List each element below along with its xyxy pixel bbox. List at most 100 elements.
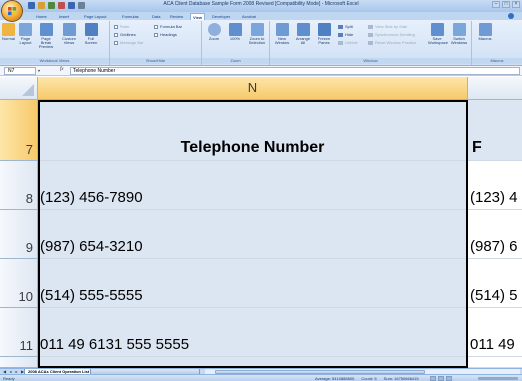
full-screen-button[interactable]: Full Screen [82,23,100,45]
message-bar-checkbox[interactable]: Message Bar [114,40,144,45]
freeze-panes-button[interactable]: Freeze Panes [315,23,333,45]
formula-input[interactable]: Telephone Number [70,67,520,75]
zoom-group-label: Zoom [202,58,269,64]
macros-button[interactable]: Macros [476,23,494,41]
checkbox-icon [114,40,118,45]
zoom-to-selection-button[interactable]: Zoom to Selection [247,23,267,45]
cell-n11[interactable]: 011 49 6131 555 5555 [38,308,468,357]
new-window-button[interactable]: New Window [273,23,291,45]
view-side-by-side-button[interactable]: View Side by Side [368,24,407,29]
save-workspace-label: Save Workspace [428,36,448,45]
sync-scroll-icon [368,32,373,37]
cell-text: (987) 6 [470,238,518,255]
page-break-status-icon[interactable] [446,376,452,381]
ruler-checkbox[interactable]: Ruler [114,24,130,29]
full-screen-icon [84,23,98,36]
row-number: 9 [25,240,33,255]
group-macros: Macros Macros [472,21,522,65]
hide-icon [338,32,343,37]
window-group-label: Window [270,58,471,64]
name-box[interactable]: N7 [4,67,36,75]
headings-checkbox[interactable]: Headings [154,32,177,37]
maximize-button[interactable]: □ [502,1,510,8]
checkbox-icon [154,24,158,29]
split-button[interactable]: Split [338,24,353,29]
hide-button[interactable]: Hide [338,32,353,37]
zoom-selection-icon [250,23,264,36]
cell-o7[interactable]: F [468,100,522,161]
cell-o9[interactable]: (987) 6 [468,210,522,259]
row-number: 8 [25,191,33,206]
freeze-panes-icon [317,23,331,36]
cell-n9[interactable]: (987) 654-3210 [38,210,468,259]
tab-insert[interactable]: Insert [57,13,71,20]
tab-page-layout[interactable]: Page Layout [82,13,108,20]
macros-group-label: Macros [472,58,522,64]
row-header-11[interactable]: 11 [0,308,38,357]
zoom-100-button[interactable]: 100% [226,23,244,41]
row-header-10[interactable]: 10 [0,259,38,308]
row-header-7[interactable]: 7 [0,100,38,161]
custom-views-label: Custom Views [62,36,76,45]
tab-developer[interactable]: Developer [210,13,232,20]
row-header-9[interactable]: 9 [0,210,38,259]
row-header-12[interactable] [0,357,38,368]
column-header-o[interactable] [468,77,522,100]
tab-formulas[interactable]: Formulas [120,13,141,20]
tab-acrobat[interactable]: Acrobat [240,13,258,20]
normal-view-status-icon[interactable] [430,376,436,381]
view-buttons [430,376,452,381]
cell-n7[interactable]: Telephone Number [38,100,468,161]
checkbox-icon [114,32,118,37]
window-controls: – □ × [492,1,520,8]
group-workbook-views: Normal Page Layout Page Break Preview Cu… [0,21,110,65]
zoom-slider[interactable] [478,377,518,380]
office-button[interactable] [1,0,23,22]
normal-view-button[interactable]: Normal [1,23,16,41]
row-header-8[interactable]: 8 [0,161,38,210]
synchronous-scrolling-button[interactable]: Synchronous Scrolling [368,32,415,37]
custom-views-button[interactable]: Custom Views [60,23,78,45]
select-all-corner[interactable] [0,77,38,100]
status-bar: Ready Average: 5410888805 Count: 5 Sum: … [0,374,522,381]
cell-n8[interactable]: (123) 456-7890 [38,161,468,210]
reset-window-label: Reset Window Position [375,40,417,45]
name-box-dropdown-icon[interactable]: ▾ [38,68,40,73]
cell-o10[interactable]: (514) 5 [468,259,522,308]
page-break-preview-button[interactable]: Page Break Preview [36,23,56,49]
group-zoom: Zoom 100% Zoom to Selection Zoom [202,21,270,65]
ruler-label: Ruler [120,24,130,29]
save-workspace-button[interactable]: Save Workspace [428,23,448,45]
column-header-n[interactable]: N [38,77,468,100]
cell-o8[interactable]: (123) 4 [468,161,522,210]
switch-windows-button[interactable]: Switch Windows [450,23,468,45]
tab-home[interactable]: Home [34,13,49,20]
zoom-button[interactable]: Zoom [205,23,223,41]
formula-bar-checkbox[interactable]: Formula Bar [154,24,182,29]
insert-function-icon[interactable]: fx [60,67,64,72]
gridlines-checkbox[interactable]: Gridlines [114,32,136,37]
page-layout-view-button[interactable]: Page Layout [18,23,33,45]
minimize-button[interactable]: – [492,1,500,8]
help-icon[interactable] [508,13,514,19]
arrange-all-button[interactable]: Arrange All [294,23,312,45]
tab-review[interactable]: Review [168,13,185,20]
tab-data[interactable]: Data [150,13,162,20]
status-mode: Ready [3,376,15,381]
close-button[interactable]: × [512,1,520,8]
cell-o12[interactable] [468,357,522,368]
reset-window-position-button[interactable]: Reset Window Position [368,40,416,45]
page-layout-status-icon[interactable] [438,376,444,381]
cell-o11[interactable]: 011 49 [468,308,522,357]
status-average: Average: 5410888805 [315,376,355,381]
cell-text: F [472,139,482,156]
select-all-icon [22,84,34,96]
macros-icon [478,23,492,36]
cell-n10[interactable]: (514) 555-5555 [38,259,468,308]
title-bar: ACA Client Database Sample Form 2008 Rev… [0,0,522,12]
tab-view[interactable]: View [190,13,206,20]
unhide-button[interactable]: Unhide [338,40,358,45]
cell-n12[interactable] [38,357,468,368]
cell-text: (123) 456-7890 [40,189,143,206]
save-workspace-icon [430,23,444,36]
